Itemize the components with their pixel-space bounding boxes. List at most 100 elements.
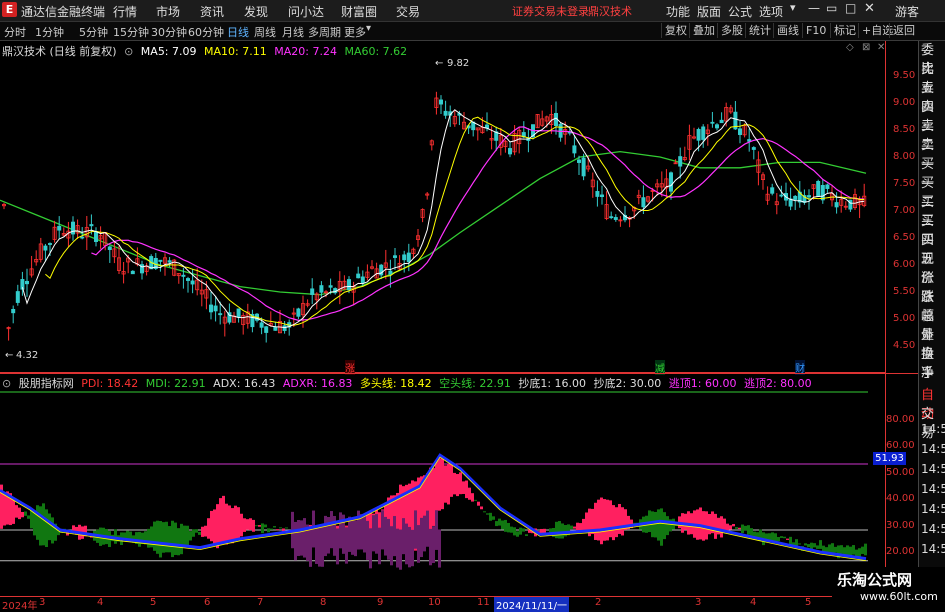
- trade-item[interactable]: 交易: [919, 403, 945, 441]
- dmi-band: [747, 525, 750, 535]
- order-item[interactable]: 涨跌: [919, 269, 945, 305]
- order-item[interactable]: 现价: [919, 250, 945, 286]
- dmi-band: [156, 520, 159, 554]
- menu-formula[interactable]: 公式: [728, 3, 752, 20]
- dmi-band: [258, 525, 261, 527]
- order-item[interactable]: 卖五: [919, 60, 945, 96]
- ma20-line: [91, 126, 865, 321]
- tick-time: 14:5: [921, 502, 945, 516]
- period-monthly[interactable]: 月线: [282, 24, 304, 40]
- candle-body: [595, 191, 600, 197]
- period-15min[interactable]: 15分钟: [113, 24, 149, 40]
- menu-wealth[interactable]: 财富圈: [341, 3, 377, 20]
- btn-draw[interactable]: 画线: [773, 23, 802, 38]
- menu-function[interactable]: 功能: [666, 3, 690, 20]
- menu-discover[interactable]: 发现: [244, 3, 268, 20]
- login-notice[interactable]: 证券交易未登录: [512, 3, 589, 19]
- volume-fill: [423, 515, 426, 552]
- order-item[interactable]: 买三: [919, 193, 945, 229]
- btn-multi-stock[interactable]: 多股: [717, 23, 746, 38]
- close-icon[interactable]: ✕: [864, 1, 875, 16]
- chart-collapse-icon[interactable]: ⊠: [862, 42, 870, 53]
- dmi-band: [489, 512, 492, 521]
- order-item[interactable]: 买二: [919, 174, 945, 210]
- dmi-band: [495, 521, 498, 527]
- dmi-band: [513, 527, 516, 536]
- dmi-band: [852, 545, 855, 555]
- dmi-band: [621, 507, 624, 536]
- dmi-band: [585, 512, 588, 531]
- order-item[interactable]: 涨幅: [919, 288, 945, 324]
- order-item[interactable]: 净资: [919, 364, 945, 400]
- maximize-icon[interactable]: □: [845, 1, 856, 15]
- menu-quotes[interactable]: 行情: [113, 3, 137, 20]
- more-arrow-icon[interactable]: ▾: [366, 23, 371, 34]
- time-axis: 2024年 3 4 5 6 7 8 9 10 11 2024/11/11/一 2…: [0, 596, 918, 612]
- time-tick: 4: [750, 597, 757, 608]
- btn-stats[interactable]: 统计: [745, 23, 774, 38]
- indicator-chart[interactable]: [0, 388, 885, 596]
- dmi-band: [594, 502, 597, 540]
- auto-trade-item[interactable]: 自动: [919, 384, 945, 422]
- volume-fill: [330, 511, 333, 549]
- btn-adjust[interactable]: 复权: [661, 23, 690, 38]
- menu-trade[interactable]: 交易: [396, 3, 420, 20]
- menu-market[interactable]: 市场: [156, 3, 180, 20]
- volume-fill: [321, 525, 324, 567]
- btn-back[interactable]: 返回: [889, 23, 918, 38]
- volume-fill: [324, 515, 327, 557]
- btn-overlay[interactable]: 叠加: [689, 23, 718, 38]
- minimize-icon[interactable]: —: [808, 1, 820, 15]
- restore-icon[interactable]: ▭: [826, 1, 837, 15]
- order-item[interactable]: 买五: [919, 231, 945, 267]
- dmi-band: [168, 526, 171, 553]
- menu-options[interactable]: 选项: [759, 3, 783, 20]
- candle-body: [346, 279, 351, 291]
- btn-f10[interactable]: F10: [802, 23, 829, 38]
- menu-ask[interactable]: 问小达: [288, 3, 324, 20]
- period-multi[interactable]: 多周期: [308, 24, 341, 40]
- dmi-band: [12, 499, 15, 524]
- price-tick: 6.00: [893, 259, 916, 270]
- candle-body: [273, 326, 278, 331]
- btn-mark[interactable]: 标记: [830, 23, 859, 38]
- chart-scroll-icon[interactable]: ◇: [846, 42, 854, 53]
- dmi-band: [474, 499, 477, 501]
- order-item[interactable]: 卖一: [919, 136, 945, 172]
- candlestick-chart[interactable]: [0, 56, 918, 373]
- volume-fill: [393, 516, 396, 557]
- candle-body: [641, 197, 646, 208]
- indicator-tick: 30.00: [886, 520, 915, 531]
- volume-fill: [339, 512, 342, 549]
- candle-body: [213, 305, 218, 312]
- period-intraday[interactable]: 分时: [4, 24, 26, 40]
- period-more[interactable]: 更多: [344, 24, 366, 40]
- volume-fill: [390, 526, 393, 566]
- order-item[interactable]: 总量: [919, 307, 945, 343]
- period-60min[interactable]: 60分钟: [188, 24, 224, 40]
- order-item[interactable]: 卖四: [919, 79, 945, 115]
- order-item[interactable]: 委比: [919, 41, 945, 77]
- dmi-band: [279, 527, 282, 529]
- period-1min[interactable]: 1分钟: [35, 24, 64, 40]
- dmi-band: [207, 518, 210, 539]
- order-item[interactable]: 卖三: [919, 98, 945, 134]
- dmi-band: [153, 521, 156, 551]
- period-weekly[interactable]: 周线: [254, 24, 276, 40]
- candle-body: [360, 276, 365, 284]
- menu-news[interactable]: 资讯: [200, 3, 224, 20]
- order-item[interactable]: 卖二: [919, 117, 945, 153]
- menu-layout[interactable]: 版面: [697, 3, 721, 20]
- guest-label[interactable]: 游客: [895, 3, 919, 20]
- dmi-band: [864, 543, 867, 556]
- period-5min[interactable]: 5分钟: [79, 24, 108, 40]
- period-30min[interactable]: 30分钟: [151, 24, 187, 40]
- period-daily[interactable]: 日线: [227, 24, 249, 40]
- order-item[interactable]: 买一: [919, 155, 945, 191]
- ma5-line: [21, 109, 865, 329]
- menu-arrow-icon[interactable]: ▾: [790, 1, 796, 14]
- dmi-band: [576, 522, 579, 531]
- order-item[interactable]: 外盘: [919, 326, 945, 362]
- order-item[interactable]: 买四: [919, 212, 945, 248]
- order-item[interactable]: 换手: [919, 345, 945, 381]
